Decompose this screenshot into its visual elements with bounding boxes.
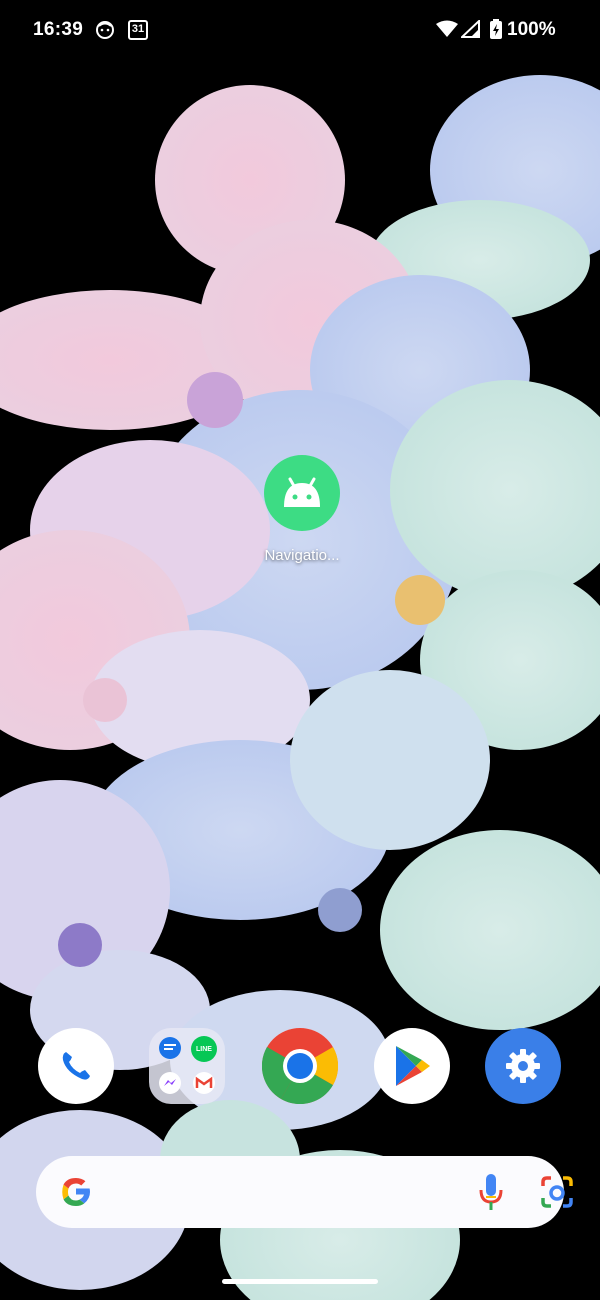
wifi-icon xyxy=(436,20,458,37)
google-lens-icon[interactable] xyxy=(537,1172,577,1212)
messenger-icon xyxy=(155,1070,185,1096)
android-icon[interactable] xyxy=(264,455,340,531)
battery-percent: 100% xyxy=(507,19,556,40)
play-store-app-button[interactable] xyxy=(374,1028,450,1104)
app-shortcut-navigation[interactable]: Navigatio... xyxy=(252,455,352,564)
navigation-gesture-handle[interactable] xyxy=(222,1279,378,1284)
google-logo-icon xyxy=(62,1178,90,1206)
battery-charging-icon xyxy=(490,19,502,39)
gmail-icon xyxy=(189,1070,219,1096)
app-folder[interactable]: LINE xyxy=(149,1028,225,1104)
wallpaper-orchids xyxy=(0,0,600,1300)
play-store-icon xyxy=(396,1046,430,1086)
messages-icon xyxy=(155,1036,185,1062)
calendar-day: 31 xyxy=(131,23,145,35)
chrome-app-button[interactable] xyxy=(262,1028,338,1104)
google-search-bar[interactable] xyxy=(36,1156,573,1228)
settings-app-button[interactable] xyxy=(485,1028,561,1104)
phone-icon xyxy=(62,1052,90,1080)
phone-app-button[interactable] xyxy=(38,1028,114,1104)
clock: 16:39 xyxy=(33,19,84,40)
status-bar: 16:39 31 100% xyxy=(0,0,600,60)
settings-icon xyxy=(506,1049,540,1083)
microphone-icon[interactable] xyxy=(476,1172,506,1212)
line-icon: LINE xyxy=(189,1036,219,1062)
face-icon xyxy=(96,21,114,39)
cell-signal-icon xyxy=(461,20,480,38)
calendar-icon: 31 xyxy=(128,20,148,40)
line-label: LINE xyxy=(191,1036,217,1062)
chrome-icon xyxy=(262,1028,338,1104)
app-label: Navigatio... xyxy=(264,547,340,564)
